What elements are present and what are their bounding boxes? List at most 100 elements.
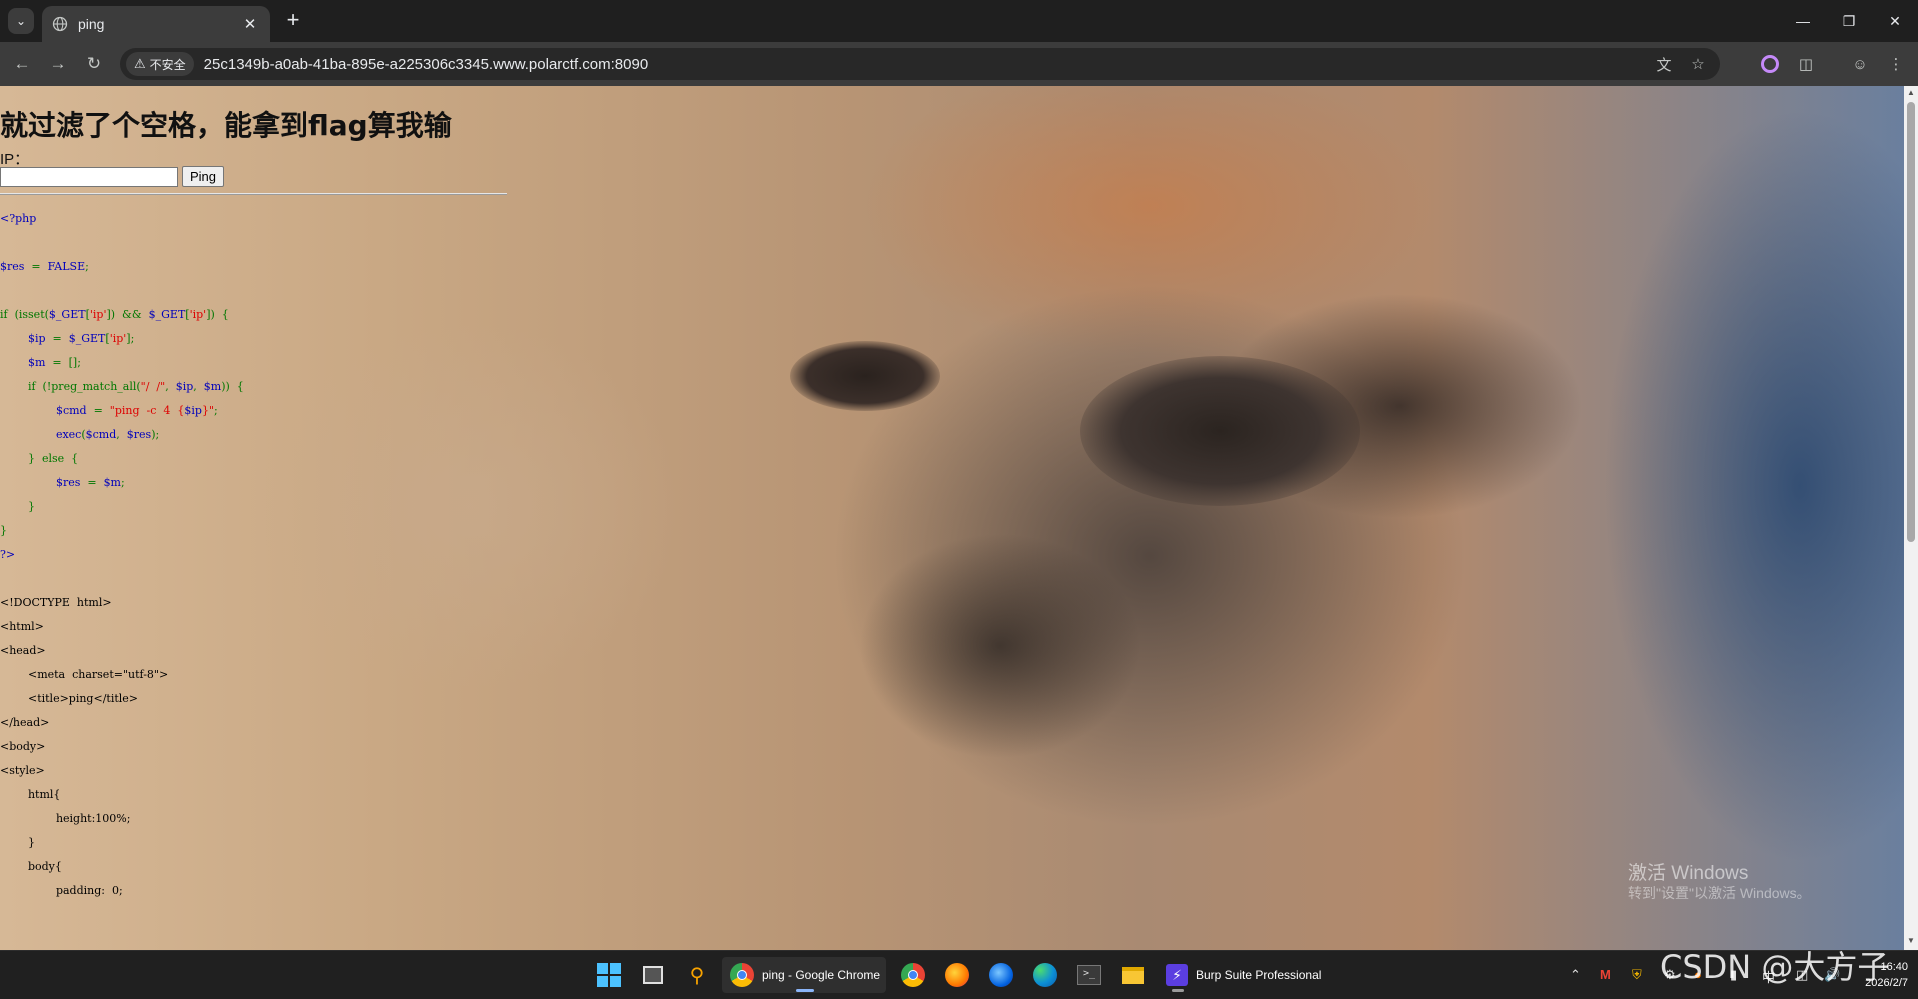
translate-icon[interactable]: 文 bbox=[1652, 52, 1676, 76]
code-line: html{ bbox=[0, 783, 244, 807]
code-token: if (isset( bbox=[0, 308, 49, 321]
code-line: <style> bbox=[0, 759, 244, 783]
code-line: <title>ping</title> bbox=[0, 687, 244, 711]
warning-icon: ⚠ bbox=[134, 56, 146, 71]
taskbar-firefox-dev[interactable] bbox=[984, 957, 1018, 993]
code-line: body{ bbox=[0, 855, 244, 879]
code-token: , bbox=[165, 380, 176, 393]
code-line: } else { bbox=[0, 447, 244, 471]
scroll-down-arrow-icon[interactable]: ▼ bbox=[1904, 936, 1918, 948]
background-dog-eye bbox=[790, 341, 940, 411]
code-token: $_GET bbox=[68, 332, 106, 345]
code-line: if (!preg_match_all("/ /", $ip, $m)) { bbox=[0, 375, 244, 399]
search-button[interactable]: ⚲ bbox=[680, 957, 714, 993]
security-indicator[interactable]: ⚠ 不安全 bbox=[126, 52, 194, 76]
code-token: = []; bbox=[45, 356, 81, 369]
code-line: height:100%; bbox=[0, 807, 244, 831]
taskbar-edge[interactable] bbox=[1028, 957, 1062, 993]
code-token: <style> bbox=[0, 764, 45, 777]
url-text[interactable]: 25c1349b-a0ab-41ba-895e-a225306c3345.www… bbox=[204, 56, 649, 73]
code-line: <?php bbox=[0, 207, 244, 231]
taskbar-chrome-2[interactable] bbox=[896, 957, 930, 993]
ping-button[interactable]: Ping bbox=[182, 166, 225, 187]
page-viewport: 就过滤了个空格，能拿到flag算我输 IP： Ping <?php $res = … bbox=[0, 86, 1904, 950]
activate-windows-subtitle: 转到"设置"以激活 Windows。 bbox=[1628, 885, 1811, 901]
code-token: } bbox=[0, 524, 7, 537]
code-line: <meta charset="utf-8"> bbox=[0, 663, 244, 687]
page-scrollbar[interactable]: ▲ ▼ bbox=[1904, 86, 1918, 950]
code-token: $ip bbox=[0, 332, 46, 345]
activate-windows-title: 激活 Windows bbox=[1628, 863, 1749, 884]
code-line: exec($cmd, $res); bbox=[0, 423, 244, 447]
code-token: } bbox=[0, 836, 35, 849]
taskbar-burp-suite[interactable]: ⚡ Burp Suite Professional bbox=[1160, 957, 1330, 993]
close-window-button[interactable]: ✕ bbox=[1872, 0, 1918, 42]
code-token: "ping -c 4 { bbox=[109, 404, 185, 417]
code-line: $res = FALSE; bbox=[0, 255, 244, 279]
start-button[interactable] bbox=[592, 957, 626, 993]
code-token: = bbox=[86, 404, 110, 417]
code-token: html{ bbox=[0, 788, 61, 801]
chrome-icon bbox=[901, 963, 925, 987]
forward-button[interactable]: → bbox=[44, 50, 72, 78]
code-token: = bbox=[45, 332, 69, 345]
code-line: <!DOCTYPE html> bbox=[0, 591, 244, 615]
tray-shield-icon[interactable]: ⛨ bbox=[1632, 967, 1642, 983]
code-token: $_GET bbox=[48, 308, 86, 321]
code-token: exec bbox=[0, 428, 82, 441]
code-token: $cmd bbox=[85, 428, 117, 441]
tray-gmail-icon[interactable]: M bbox=[1600, 967, 1611, 982]
task-view-button[interactable] bbox=[636, 957, 670, 993]
code-token: ; bbox=[121, 476, 125, 489]
scroll-thumb[interactable] bbox=[1907, 102, 1915, 542]
terminal-icon: >_ bbox=[1077, 965, 1101, 985]
code-token: $res bbox=[0, 260, 25, 273]
taskbar-chrome-ping[interactable]: ping - Google Chrome bbox=[722, 957, 886, 993]
new-tab-button[interactable]: + bbox=[282, 9, 304, 32]
taskbar-terminal[interactable]: >_ bbox=[1072, 957, 1106, 993]
tab-ping[interactable]: ping ✕ bbox=[42, 6, 270, 42]
code-token: ?> bbox=[0, 548, 16, 561]
code-token: <!DOCTYPE html> bbox=[0, 596, 112, 609]
code-token: $res bbox=[0, 476, 81, 489]
code-token: } else { bbox=[0, 452, 79, 465]
windows-taskbar: ⚲ ping - Google Chrome >_ ⚡ Burp Suite P… bbox=[0, 950, 1918, 999]
code-line: <html> bbox=[0, 615, 244, 639]
extension-ring-icon[interactable] bbox=[1756, 50, 1784, 78]
code-token: $cmd bbox=[0, 404, 87, 417]
menu-kebab-icon[interactable]: ⋮ bbox=[1882, 50, 1910, 78]
burp-suite-icon: ⚡ bbox=[1166, 964, 1188, 986]
code-line: if (isset($_GET['ip']) && $_GET['ip']) { bbox=[0, 303, 244, 327]
restore-button[interactable]: ❐ bbox=[1826, 0, 1872, 42]
reload-button[interactable]: ↻ bbox=[80, 50, 108, 78]
close-tab-icon[interactable]: ✕ bbox=[240, 14, 260, 34]
code-line: <head> bbox=[0, 639, 244, 663]
back-button[interactable]: ← bbox=[8, 50, 36, 78]
extensions-puzzle-icon[interactable]: ◫ bbox=[1792, 50, 1820, 78]
code-token: ; bbox=[214, 404, 218, 417]
code-token: ]) && bbox=[106, 308, 149, 321]
bookmark-star-icon[interactable]: ☆ bbox=[1686, 52, 1710, 76]
tray-overflow-chevron-icon[interactable]: ⌃ bbox=[1570, 967, 1581, 983]
tab-search-button[interactable]: ⌄ bbox=[8, 8, 34, 34]
code-token: )) { bbox=[221, 380, 244, 393]
code-line: <body> bbox=[0, 735, 244, 759]
tab-title: ping bbox=[78, 16, 105, 32]
ip-input[interactable] bbox=[0, 167, 178, 187]
background-dog-nose bbox=[1080, 356, 1360, 506]
taskbar-chrome-label: ping - Google Chrome bbox=[762, 968, 881, 982]
taskbar-file-explorer[interactable] bbox=[1116, 957, 1150, 993]
address-bar[interactable]: ⚠ 不安全 25c1349b-a0ab-41ba-895e-a225306c33… bbox=[120, 48, 1720, 80]
profile-icon[interactable]: ☺ bbox=[1846, 50, 1874, 78]
folder-icon bbox=[1122, 966, 1144, 984]
scroll-up-arrow-icon[interactable]: ▲ bbox=[1904, 88, 1918, 100]
minimize-button[interactable]: — bbox=[1780, 0, 1826, 42]
code-token: <head> bbox=[0, 644, 46, 657]
taskbar-firefox[interactable] bbox=[940, 957, 974, 993]
divider bbox=[0, 193, 507, 195]
chrome-icon bbox=[730, 963, 754, 987]
code-line: $cmd = "ping -c 4 {$ip}"; bbox=[0, 399, 244, 423]
